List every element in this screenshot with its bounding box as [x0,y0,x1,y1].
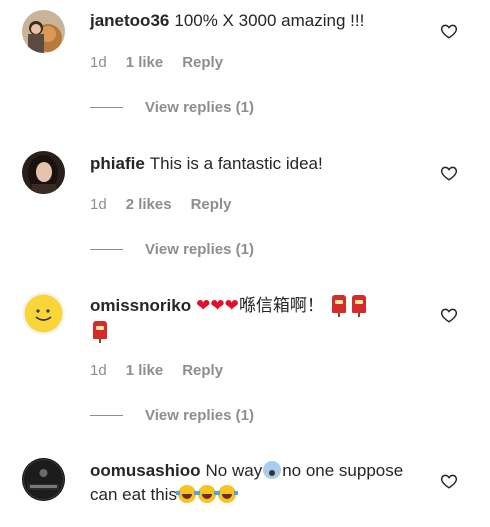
avatar[interactable] [22,151,65,194]
tears-of-joy-emoji [195,485,218,503]
view-replies-label: View replies (1) [145,241,254,258]
avatar[interactable] [22,10,65,53]
comment-time: 1d [90,196,107,213]
comment-meta: 1d 1 like Reply [90,362,242,379]
view-replies-label: View replies (1) [145,407,254,424]
comment-text: oomusashioo No way no one suppose can eat … [90,459,430,507]
reply-button[interactable]: Reply [182,362,223,379]
view-replies-button[interactable]: View replies (1) [90,407,254,424]
likes-count[interactable]: 1 like [126,54,164,71]
comment-meta: 1d 2 likes Reply [90,196,250,213]
comment-username[interactable]: phiafie [90,154,145,173]
tears-of-joy-emoji [215,485,238,503]
heart-icon[interactable] [440,472,458,490]
heart-icon[interactable] [440,306,458,324]
comment-username[interactable]: omissnoriko [90,296,191,315]
red-hearts-emoji: ❤❤❤ [196,296,239,316]
likes-count[interactable]: 1 like [126,362,164,379]
comment-time: 1d [90,362,107,379]
comment-text: janetoo36 100% X 3000 amazing !!! [90,9,430,33]
replies-divider [90,249,123,250]
view-replies-button[interactable]: View replies (1) [90,99,254,116]
postbox-emoji [331,295,346,317]
heart-icon[interactable] [440,164,458,182]
postbox-emoji [93,321,107,343]
comment-username[interactable]: oomusashioo [90,461,201,480]
heart-icon[interactable] [440,22,458,40]
view-replies-button[interactable]: View replies (1) [90,241,254,258]
replies-divider [90,415,123,416]
comment-username[interactable]: janetoo36 [90,11,169,30]
avatar[interactable] [22,292,65,335]
comment-body: 喺信箱啊！ [238,296,324,315]
view-replies-label: View replies (1) [145,99,254,116]
likes-count[interactable]: 2 likes [126,196,172,213]
comment-text: omissnoriko ❤❤❤喺信箱啊！ [90,293,430,345]
comment-meta: 1d 1 like Reply [90,54,242,71]
comment-body-part1: No way [205,461,263,480]
comment-body: 100% X 3000 amazing !!! [174,11,365,30]
tears-of-joy-emoji [175,485,198,503]
postbox-emoji [351,295,366,317]
reply-button[interactable]: Reply [191,196,232,213]
avatar[interactable] [22,458,65,501]
comment-time: 1d [90,54,107,71]
comment-body: This is a fantastic idea! [149,154,323,173]
reply-button[interactable]: Reply [182,54,223,71]
replies-divider [90,107,123,108]
screaming-face-emoji [263,461,282,479]
comment-text: phiafie This is a fantastic idea! [90,152,430,176]
